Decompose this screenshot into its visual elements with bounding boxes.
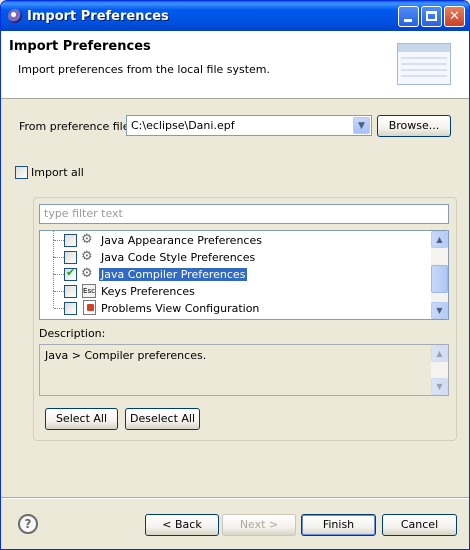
back-button[interactable]: < Back [145, 514, 219, 536]
filter-input[interactable]: type filter text [39, 204, 449, 224]
minimize-icon [404, 19, 412, 22]
tree-item[interactable]: Java Appearance Preferences [40, 231, 432, 249]
table-graphic-icon [397, 43, 451, 85]
deselect-all-button[interactable]: Deselect All [125, 408, 200, 430]
preference-file-value: C:\eclipse\Dani.epf [131, 119, 235, 132]
page-description: Import preferences from the local file s… [18, 63, 271, 76]
scroll-up-icon: ▲ [431, 345, 448, 362]
tree-item-label: Java Appearance Preferences [101, 234, 262, 247]
description-label: Description: [39, 327, 106, 340]
java-prefs-icon [81, 266, 97, 282]
scroll-thumb[interactable] [431, 265, 448, 293]
tree-item[interactable]: Java Code Style Preferences [40, 240, 432, 266]
problems-icon [83, 300, 96, 315]
window-title: Import Preferences [27, 9, 169, 24]
select-all-button[interactable]: Select All [45, 408, 118, 430]
tree-item-checkbox[interactable] [64, 251, 77, 264]
java-prefs-icon [81, 232, 97, 248]
maximize-button[interactable] [421, 6, 442, 27]
title-bar[interactable]: Import Preferences ✕ [1, 1, 469, 31]
tree-item[interactable]: Esc Keys Preferences [40, 274, 432, 300]
description-text: Java > Compiler preferences. [45, 349, 207, 362]
wizard-header: Import Preferences Import preferences fr… [1, 31, 469, 99]
java-prefs-icon [81, 249, 97, 265]
maximize-icon [426, 11, 437, 21]
tree-item-label: Java Code Style Preferences [101, 251, 256, 264]
finish-button[interactable]: Finish [301, 514, 376, 536]
footer-divider [1, 497, 469, 499]
preference-file-combo[interactable]: C:\eclipse\Dani.epf ▼ [126, 115, 372, 136]
cancel-button[interactable]: Cancel [382, 514, 457, 536]
import-preferences-dialog: Import Preferences ✕ Import Preferences … [0, 0, 470, 550]
import-all-label: Import all [31, 166, 84, 179]
import-all-checkbox[interactable] [15, 166, 28, 179]
chevron-down-icon[interactable]: ▼ [353, 117, 370, 134]
tree-scrollbar[interactable]: ▲ ▼ [431, 231, 448, 319]
tree-item-label: Keys Preferences [101, 285, 195, 298]
tree-item-checkbox[interactable] [64, 285, 77, 298]
from-file-label: From preference file: [19, 120, 134, 133]
eclipse-app-icon [8, 9, 22, 23]
description-text-area[interactable]: Java > Compiler preferences. ▲ ▼ [39, 344, 449, 396]
tree-item[interactable]: Problems View Configuration [40, 291, 432, 317]
scroll-up-icon[interactable]: ▲ [431, 231, 448, 248]
help-icon[interactable]: ? [18, 514, 38, 534]
scroll-down-icon: ▼ [431, 378, 448, 395]
next-button[interactable]: Next > [222, 514, 296, 536]
browse-button[interactable]: Browse... [377, 115, 451, 137]
tree-item-selected[interactable]: Java Compiler Preferences [40, 257, 432, 283]
tree-item-checkbox[interactable] [64, 302, 77, 315]
keys-icon: Esc [82, 284, 96, 298]
tree-item-checkbox-checked[interactable] [64, 266, 77, 281]
close-button[interactable]: ✕ [444, 6, 465, 27]
close-icon: ✕ [449, 9, 460, 24]
tree-item-label: Problems View Configuration [101, 302, 260, 315]
preferences-tree[interactable]: Java Appearance Preferences Java Code St… [39, 230, 449, 320]
description-scrollbar: ▲ ▼ [431, 345, 448, 395]
tree-item-checkbox[interactable] [64, 234, 77, 247]
scroll-down-icon[interactable]: ▼ [431, 302, 448, 319]
minimize-button[interactable] [398, 6, 419, 27]
page-title: Import Preferences [9, 39, 151, 54]
tree-item-label: Java Compiler Preferences [99, 268, 248, 281]
